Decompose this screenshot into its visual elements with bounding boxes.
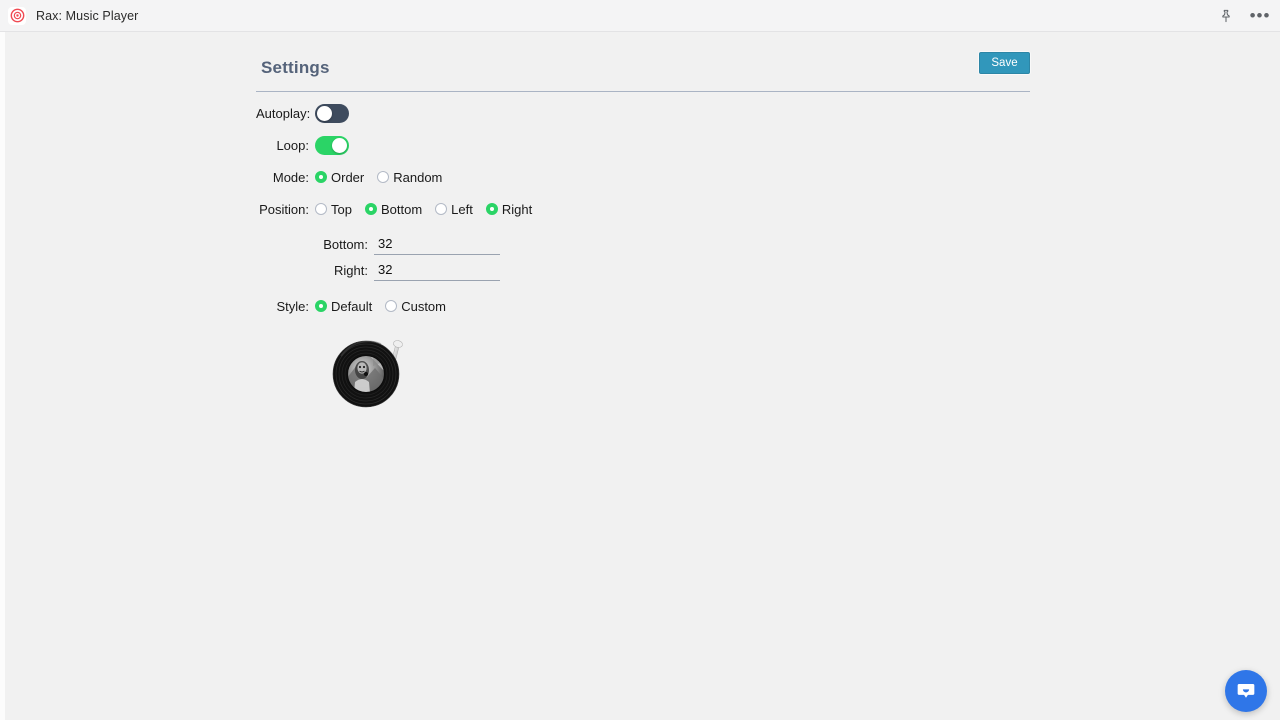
more-options-icon[interactable]: ••• <box>1250 6 1270 26</box>
chat-bubble-icon[interactable] <box>1225 670 1267 712</box>
row-mode: Mode: Order Random <box>256 161 1030 193</box>
page-body: Settings Save Autoplay: Loop: Mode: Orde… <box>0 32 1280 720</box>
mode-radio-random[interactable]: Random <box>377 170 442 185</box>
radio-dot-icon <box>315 171 327 183</box>
style-radio-custom-label: Custom <box>401 298 446 314</box>
position-radio-group: Top Bottom Left Right <box>315 202 545 217</box>
vinyl-record-preview <box>329 332 409 412</box>
radio-dot-icon <box>364 203 377 215</box>
page-title: Settings <box>261 58 330 77</box>
position-radio-bottom-label: Bottom <box>380 201 423 217</box>
position-radio-right-label: Right <box>501 201 533 217</box>
bottom-offset-label: Bottom: <box>323 236 368 252</box>
autoplay-label: Autoplay: <box>256 105 311 121</box>
row-loop: Loop: <box>256 129 1030 161</box>
position-radio-left-label: Left <box>451 201 473 217</box>
row-position: Position: Top Bottom Left Right <box>256 193 1030 225</box>
radio-dot-icon <box>377 171 390 183</box>
loop-toggle[interactable] <box>315 135 349 155</box>
save-button[interactable]: Save <box>979 52 1030 74</box>
radio-dot-icon <box>435 203 448 215</box>
autoplay-toggle-knob <box>317 105 332 121</box>
radio-dot-icon <box>315 300 327 312</box>
record-target-icon <box>8 6 26 25</box>
radio-dot-icon <box>485 203 498 215</box>
loop-label: Loop: <box>276 137 309 153</box>
row-bottom-offset: Bottom: <box>256 231 1030 257</box>
mode-radio-order[interactable]: Order <box>315 170 364 185</box>
more-options-glyph: ••• <box>1249 5 1271 25</box>
loop-toggle-knob <box>332 137 347 153</box>
pin-icon[interactable] <box>1216 6 1236 26</box>
position-radio-top[interactable]: Top <box>315 202 352 217</box>
position-label: Position: <box>259 201 309 217</box>
bottom-offset-input[interactable] <box>374 233 500 255</box>
titlebar-actions: ••• <box>1216 6 1270 26</box>
mode-radio-order-label: Order <box>331 169 365 185</box>
radio-dot-icon <box>315 203 327 215</box>
style-radio-default[interactable]: Default <box>315 299 372 314</box>
position-radio-left[interactable]: Left <box>435 202 473 217</box>
position-radio-bottom[interactable]: Bottom <box>364 201 423 217</box>
style-label: Style: <box>276 298 309 314</box>
settings-panel: Settings Save Autoplay: Loop: Mode: Orde… <box>256 52 1030 412</box>
mode-label: Mode: <box>272 169 309 185</box>
mode-radio-random-label: Random <box>393 169 443 185</box>
position-radio-top-label: Top <box>331 201 352 217</box>
row-right-offset: Right: <box>256 257 1030 283</box>
style-radio-group: Default Custom <box>315 299 459 314</box>
titlebar: Rax: Music Player ••• <box>0 0 1280 32</box>
mode-radio-group: Order Random <box>315 170 455 185</box>
radio-dot-icon <box>385 300 398 312</box>
right-offset-label: Right: <box>334 262 368 278</box>
row-style: Style: Default Custom <box>256 290 1030 322</box>
app-title: Rax: Music Player <box>36 8 139 23</box>
style-radio-default-label: Default <box>331 298 373 314</box>
settings-header: Settings Save <box>256 52 1030 92</box>
autoplay-toggle[interactable] <box>315 103 349 123</box>
position-radio-right[interactable]: Right <box>485 201 533 217</box>
right-offset-input[interactable] <box>374 259 500 281</box>
style-radio-custom[interactable]: Custom <box>385 299 446 314</box>
row-autoplay: Autoplay: <box>256 97 1030 129</box>
